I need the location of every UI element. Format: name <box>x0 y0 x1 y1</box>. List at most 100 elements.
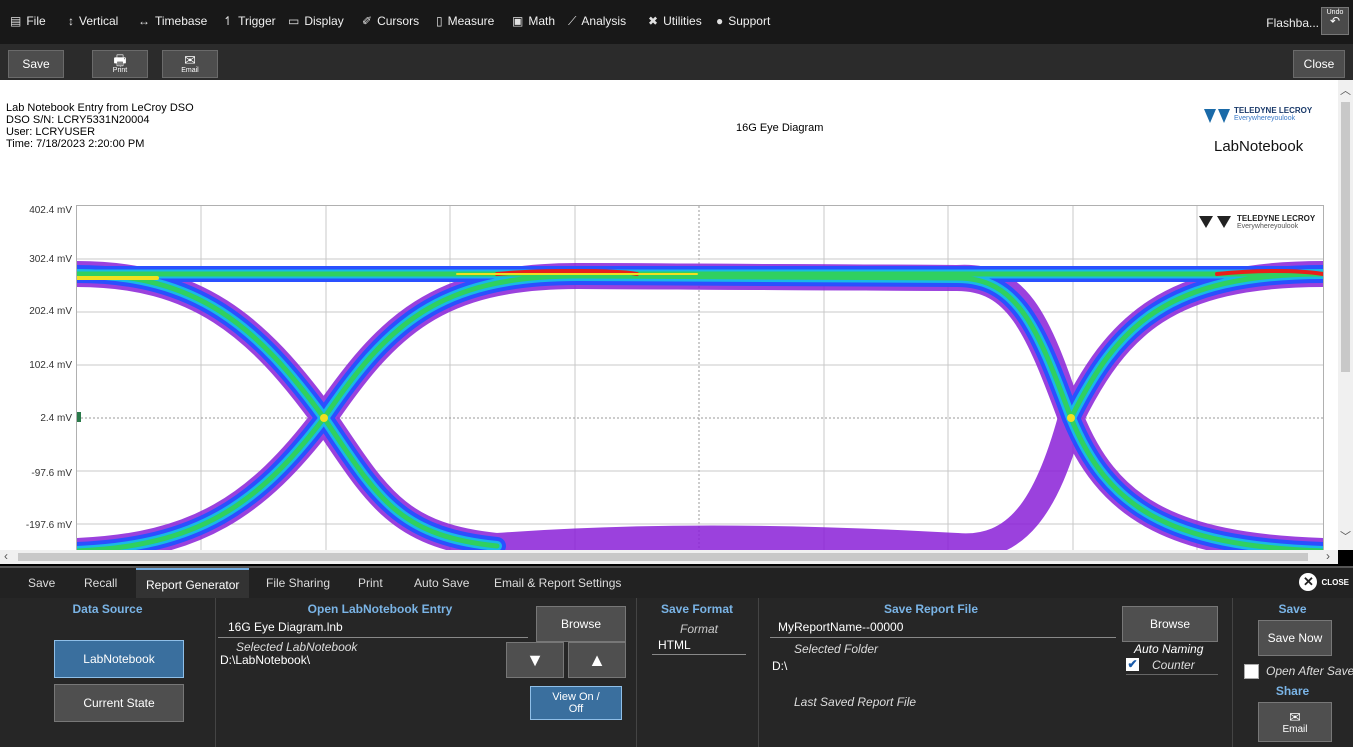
share-title: Share <box>1275 684 1310 698</box>
open-after-save-label: Open After Save <box>1266 664 1353 678</box>
channel-marker-icon[interactable] <box>67 412 81 422</box>
arrow-up-icon: ▲ <box>588 649 606 670</box>
selected-labnotebook-path: D:\LabNotebook\ <box>220 653 311 667</box>
y-label: 2.4 mV <box>40 413 72 424</box>
selected-labnotebook-label: Selected LabNotebook <box>236 640 358 654</box>
email-label: Email <box>181 67 199 74</box>
menu-utilities[interactable]: ✖ Utilities <box>648 13 702 29</box>
report-filename-value: MyReportName--00000 <box>778 620 904 634</box>
y-label: 402.4 mV <box>29 205 72 216</box>
scroll-down-icon[interactable]: ﹀ <box>1340 528 1351 544</box>
horizontal-scroll-thumb[interactable] <box>18 553 1308 561</box>
save-report-title: Save Report File <box>883 602 979 616</box>
report-generator-panel: Data Source LabNotebook Current State Op… <box>0 598 1353 747</box>
labnotebook-entry-field[interactable]: 16G Eye Diagram.lnb <box>218 620 528 638</box>
undo-icon: ↶ <box>1329 14 1341 28</box>
tab-email-report-settings[interactable]: Email & Report Settings <box>484 568 631 598</box>
email-icon: ✉ <box>1289 708 1301 725</box>
y-label: -97.6 mV <box>31 468 72 479</box>
y-label: -197.6 mV <box>25 520 72 531</box>
y-label: 102.4 mV <box>29 360 72 371</box>
menu-math[interactable]: ▣ Math <box>512 13 555 29</box>
analysis-icon: ⟋ <box>568 13 577 28</box>
menu-display[interactable]: ▭ Display <box>288 13 344 29</box>
utilities-icon: ✖ <box>648 14 659 28</box>
horizontal-scrollbar[interactable]: ‹ › <box>0 549 1338 564</box>
divider <box>1232 598 1233 747</box>
file-icon: ▤ <box>10 14 22 28</box>
tab-report-generator[interactable]: Report Generator <box>136 568 250 600</box>
scroll-right-icon[interactable]: › <box>1326 549 1330 563</box>
tab-recall[interactable]: Recall <box>74 568 127 598</box>
report-line-entry: Lab Notebook Entry from LeCroy DSO <box>6 102 194 114</box>
save-format-title: Save Format <box>660 602 734 616</box>
print-icon: 🖶 <box>113 52 127 68</box>
watermark-tagline: Everywhereyoulook <box>1237 223 1299 230</box>
counter-option[interactable]: ✔ Counter <box>1126 656 1218 675</box>
tab-save[interactable]: Save <box>18 568 65 598</box>
selected-folder-path: D:\ <box>772 659 788 673</box>
menu-support[interactable]: ● Support <box>716 13 770 29</box>
report-page: Lab Notebook Entry from LeCroy DSO DSO S… <box>0 80 1338 550</box>
report-title: 16G Eye Diagram <box>736 122 824 134</box>
menu-vertical[interactable]: ↕ Vertical <box>68 13 118 29</box>
entry-file-value: 16G Eye Diagram.lnb <box>228 620 343 634</box>
eye-diagram-plot: TELEDYNE LECROY Everywhereyoulook <box>64 205 1336 550</box>
menu-cursors[interactable]: ✐ Cursors <box>362 13 419 29</box>
menu-analysis[interactable]: ⟋ Analysis <box>568 13 626 29</box>
open-after-save-checkbox[interactable] <box>1244 664 1259 679</box>
vertical-scrollbar[interactable]: ︿ ﹀ <box>1338 80 1353 550</box>
menu-timebase[interactable]: ↔ Timebase <box>138 13 207 29</box>
report-browse-button[interactable]: Browse <box>1122 606 1218 642</box>
counter-checkbox[interactable]: ✔ <box>1126 658 1139 671</box>
measure-icon: ▯ <box>436 14 443 28</box>
email-button[interactable]: ✉ Email <box>162 50 218 78</box>
close-button[interactable]: Close <box>1293 50 1345 78</box>
undo-button[interactable]: Undo ↶ <box>1321 7 1349 35</box>
counter-label: Counter <box>1152 658 1195 672</box>
current-state-source-button[interactable]: Current State <box>54 684 184 722</box>
cursors-icon: ✐ <box>362 14 373 28</box>
teledyne-logo-icon <box>1204 109 1230 123</box>
brand-name: TELEDYNE LECROY <box>1234 106 1313 115</box>
save-button[interactable]: Save <box>8 50 64 78</box>
format-select[interactable]: HTML <box>652 638 746 655</box>
scroll-up-icon[interactable]: ︿ <box>1340 82 1351 98</box>
print-button[interactable]: 🖶 Print <box>92 50 148 78</box>
selected-folder-label: Selected Folder <box>794 642 879 656</box>
menu-measure[interactable]: ▯ Measure <box>436 13 494 29</box>
menu-file[interactable]: ▤ File <box>10 13 46 29</box>
flashback-button[interactable]: Flashba... <box>1266 16 1319 30</box>
close-label: CLOSE <box>1321 577 1349 587</box>
menu-trigger[interactable]: ↿ Trigger <box>223 13 276 29</box>
save-now-button[interactable]: Save Now <box>1258 620 1332 656</box>
data-source-title: Data Source <box>72 602 143 616</box>
share-email-button[interactable]: ✉ Email <box>1258 702 1332 742</box>
labnotebook-source-button[interactable]: LabNotebook <box>54 640 184 678</box>
vertical-scroll-thumb[interactable] <box>1341 102 1350 372</box>
print-label: Print <box>112 67 128 74</box>
entry-down-button[interactable]: ▼ <box>506 642 564 678</box>
view-toggle-button[interactable]: View On / Off <box>530 686 622 720</box>
panel-close-button[interactable]: ✕ CLOSE <box>1299 573 1349 591</box>
open-entry-title: Open LabNotebook Entry <box>307 602 453 616</box>
watermark-brand: TELEDYNE LECROY <box>1237 214 1316 223</box>
labnotebook-label: LabNotebook <box>1214 138 1304 155</box>
vertical-icon: ↕ <box>68 14 74 28</box>
y-label: 202.4 mV <box>29 306 72 317</box>
entry-browse-button[interactable]: Browse <box>536 606 626 642</box>
tab-auto-save[interactable]: Auto Save <box>404 568 479 598</box>
tab-print[interactable]: Print <box>348 568 393 598</box>
report-filename-field[interactable]: MyReportName--00000 <box>770 620 1116 638</box>
report-line-time: Time: 7/18/2023 2:20:00 PM <box>6 138 145 150</box>
scroll-left-icon[interactable]: ‹ <box>4 549 8 563</box>
report-line-serial: DSO S/N: LCRY5331N20004 <box>6 114 150 126</box>
toolbar: Save 🖶 Print ✉ Email Close <box>0 44 1353 80</box>
tab-file-sharing[interactable]: File Sharing <box>256 568 340 598</box>
report-line-user: User: LCRYUSER <box>6 126 96 138</box>
entry-up-button[interactable]: ▲ <box>568 642 626 678</box>
format-label: Format <box>680 622 719 636</box>
auto-naming-label: Auto Naming <box>1134 642 1204 656</box>
last-saved-label: Last Saved Report File <box>794 695 917 709</box>
support-icon: ● <box>716 14 724 28</box>
